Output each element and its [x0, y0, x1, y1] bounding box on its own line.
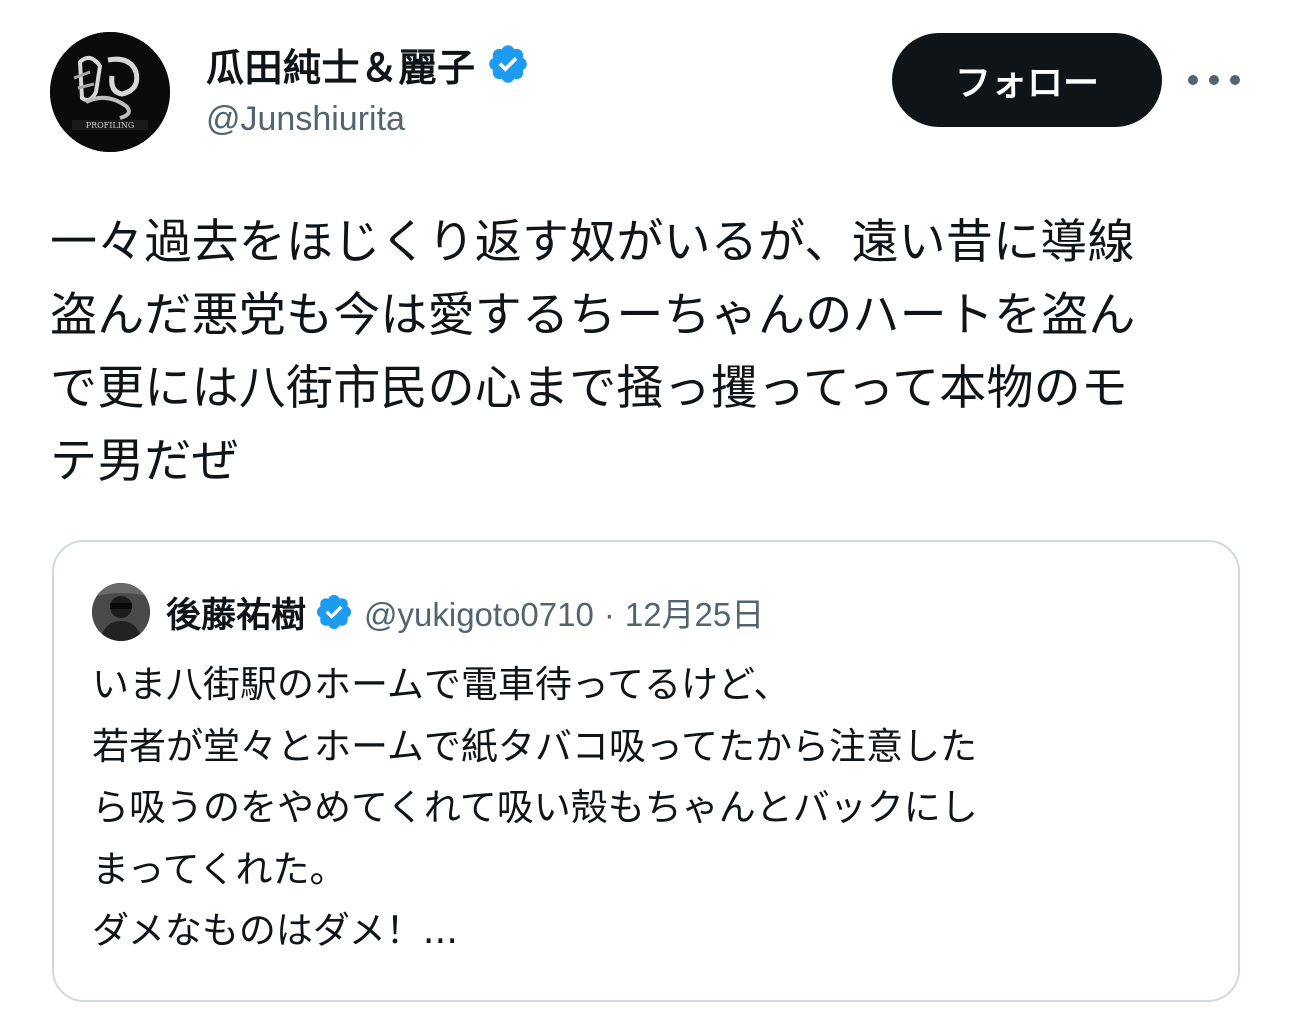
quoted-tweet-header: 後藤祐樹 @yukigoto0710 · 12月25日: [92, 582, 764, 642]
quoted-meta: @yukigoto0710 · 12月25日: [364, 588, 764, 636]
quoted-line: 若者が堂々とホームで紙タバコ吸ってたから注意した: [92, 724, 978, 768]
dot: [1188, 75, 1198, 85]
quoted-author-handle: @yukigoto0710: [364, 596, 594, 633]
tweet-line: で更には八街市民の心まで掻っ攫ってって本物のモ: [50, 361, 1129, 416]
author-handle[interactable]: @Junshiurita: [206, 100, 405, 139]
avatar-caption: PROFILING: [86, 121, 135, 130]
quoted-line: まってくれた。: [92, 847, 347, 891]
tweet-line: テ男だぜ: [50, 434, 239, 489]
more-horizontal-icon[interactable]: [1188, 58, 1240, 102]
quoted-line: いま八街駅のホームで電車待ってるけど、: [92, 663, 791, 706]
quoted-author-avatar[interactable]: [92, 583, 150, 641]
author-display-name[interactable]: 瓜田純士＆麗子: [206, 37, 476, 92]
separator-dot: ·: [603, 596, 615, 633]
quoted-line: ら吸うのをやめてくれて吸い殻もちゃんとバックにし: [92, 786, 978, 829]
follow-button[interactable]: フォロー: [892, 33, 1162, 127]
person-photo-icon: [92, 583, 150, 641]
author-name-row[interactable]: 瓜田純士＆麗子: [206, 38, 530, 90]
tweet-text: 一々過去をほじくり返す奴がいるが、遠い昔に導線 盗んだ悪党も今は愛するちーちゃん…: [50, 206, 1240, 498]
tweet-line: 一々過去をほじくり返す奴がいるが、遠い昔に導線: [50, 215, 1135, 270]
quoted-author-name: 後藤祐樹: [166, 595, 307, 636]
verified-badge-icon: [314, 592, 354, 632]
quoted-tweet-card[interactable]: 後藤祐樹 @yukigoto0710 · 12月25日 いま八街駅のホームで電車待っ…: [52, 540, 1240, 1002]
dot: [1209, 75, 1219, 85]
quoted-line: ダメなものはダメ！...: [92, 909, 459, 952]
quoted-tweet-text: いま八街駅のホームで電車待ってるけど、 若者が堂々とホームで紙タバコ吸ってたから…: [92, 654, 1212, 962]
author-avatar[interactable]: PROFILING: [50, 32, 170, 152]
tweet-line: 盗んだ悪党も今は愛するちーちゃんのハートを盗ん: [50, 288, 1136, 343]
dot: [1230, 75, 1240, 85]
profile-photo-logo-icon: PROFILING: [50, 32, 170, 152]
quoted-date: 12月25日: [624, 596, 765, 633]
verified-badge-icon: [486, 42, 530, 86]
